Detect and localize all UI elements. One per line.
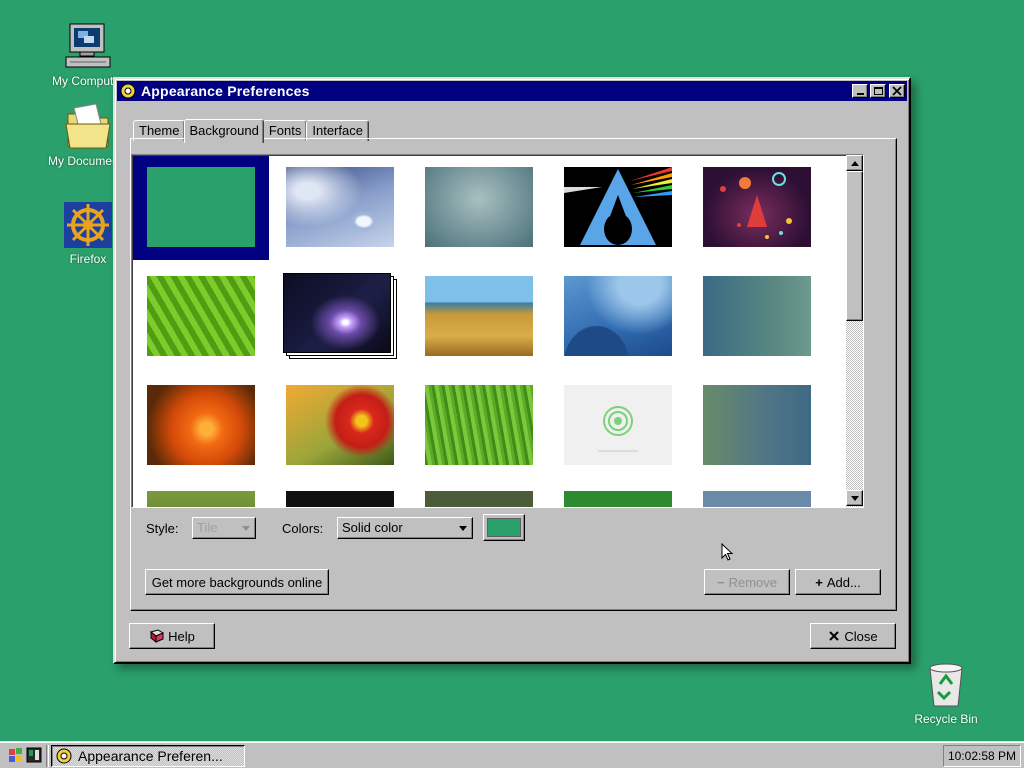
thumbnail-red-flower[interactable] [286, 385, 394, 465]
help-label: Help [168, 628, 195, 644]
minimize-icon [857, 93, 864, 95]
add-button[interactable]: + Add... [795, 569, 881, 595]
scroll-up-button[interactable] [846, 155, 863, 171]
terminal-icon[interactable] [26, 746, 42, 764]
my-computer-icon [62, 22, 114, 72]
thumbnail-green-leaf[interactable] [147, 276, 255, 356]
close-button[interactable]: Close [810, 623, 896, 649]
taskbar-appearance-button[interactable]: Appearance Preferen... [51, 745, 245, 767]
down-arrow-icon [851, 496, 859, 501]
thumbnail-scrollbar[interactable] [846, 155, 863, 507]
title-bar[interactable]: Appearance Preferences [117, 81, 907, 101]
background-thumbnail-grid[interactable] [131, 154, 864, 508]
up-arrow-icon [851, 161, 859, 166]
taskbar: Appearance Preferen... 10:02:58 PM [0, 741, 1024, 768]
get-more-backgrounds-label: Get more backgrounds online [151, 574, 323, 590]
thumbnail-orange-flower[interactable] [147, 385, 255, 465]
close-window-button[interactable] [889, 84, 905, 98]
thumbnail-comet[interactable] [283, 273, 391, 353]
thumbnail-solid-green[interactable] [147, 167, 255, 247]
firefox-icon [62, 200, 114, 250]
mouse-cursor-icon [721, 543, 734, 561]
taskbar-button-label: Appearance Preferen... [78, 748, 223, 764]
help-button[interactable]: Help [129, 623, 215, 649]
remove-label: Remove [728, 574, 777, 590]
minimize-button[interactable] [852, 84, 868, 98]
desktop-icon-recycle-bin[interactable]: Recycle Bin [896, 660, 996, 726]
thumbnail-row4-3[interactable] [425, 491, 533, 507]
maximize-icon [874, 87, 883, 95]
close-icon [829, 631, 840, 641]
plus-icon: + [815, 574, 823, 590]
remove-button[interactable]: − Remove [704, 569, 790, 595]
close-icon [892, 86, 902, 96]
style-label: Style: [146, 521, 179, 536]
get-more-backgrounds-button[interactable]: Get more backgrounds online [145, 569, 329, 595]
thumbnail-space-bubbles[interactable] [703, 167, 811, 247]
thumbnail-row4-2[interactable] [286, 491, 394, 507]
clock-text: 10:02:58 PM [947, 749, 1017, 763]
thumbnail-arch-prism[interactable] [564, 167, 672, 247]
style-dropdown[interactable]: Tile [192, 517, 256, 539]
recycle-bin-icon [920, 660, 972, 710]
thumbnail-water-drop[interactable] [286, 167, 394, 247]
thumbnail-row4-1[interactable] [147, 491, 255, 507]
folder-icon [62, 102, 114, 152]
dropdown-arrow-icon [459, 526, 467, 531]
colors-label: Colors: [282, 521, 324, 536]
appearance-app-icon [56, 748, 72, 764]
thumbnail-green-grass[interactable] [425, 385, 533, 465]
tab-background[interactable]: Background [184, 119, 264, 143]
thumbnail-blue-gradient[interactable] [425, 167, 533, 247]
appearance-preferences-window: Appearance Preferences Theme Background … [113, 77, 911, 664]
appearance-app-icon [120, 83, 136, 99]
quick-launch [8, 746, 42, 764]
dropdown-arrow-icon [242, 526, 250, 531]
colors-value: Solid color [342, 520, 403, 535]
window-title: Appearance Preferences [141, 83, 310, 99]
thumbnail-row4-5[interactable] [703, 491, 811, 507]
colors-dropdown[interactable]: Solid color [337, 517, 473, 539]
thumbnail-blue-waves[interactable] [564, 276, 672, 356]
minus-icon: − [716, 574, 725, 590]
thumbnail-steel-gradient[interactable] [703, 385, 811, 465]
maximize-button[interactable] [870, 84, 886, 98]
style-value: Tile [197, 520, 218, 535]
start-menu-icon[interactable] [8, 746, 24, 764]
scroll-thumb[interactable] [846, 171, 863, 321]
close-label: Close [844, 628, 878, 644]
help-book-icon [150, 629, 165, 643]
taskbar-separator [46, 745, 49, 767]
desktop-icon-label: Recycle Bin [914, 712, 978, 726]
system-tray-clock[interactable]: 10:02:58 PM [943, 745, 1021, 767]
scroll-down-button[interactable] [846, 490, 863, 506]
thumbnail-dry-grass[interactable] [425, 276, 533, 356]
color-swatch [487, 518, 521, 537]
thumbnail-white-logo[interactable] [564, 385, 672, 465]
color-picker-button[interactable] [483, 514, 525, 541]
thumbnail-row4-4[interactable] [564, 491, 672, 507]
thumbnail-teal-gradient[interactable] [703, 276, 811, 356]
add-label: Add... [826, 574, 861, 590]
